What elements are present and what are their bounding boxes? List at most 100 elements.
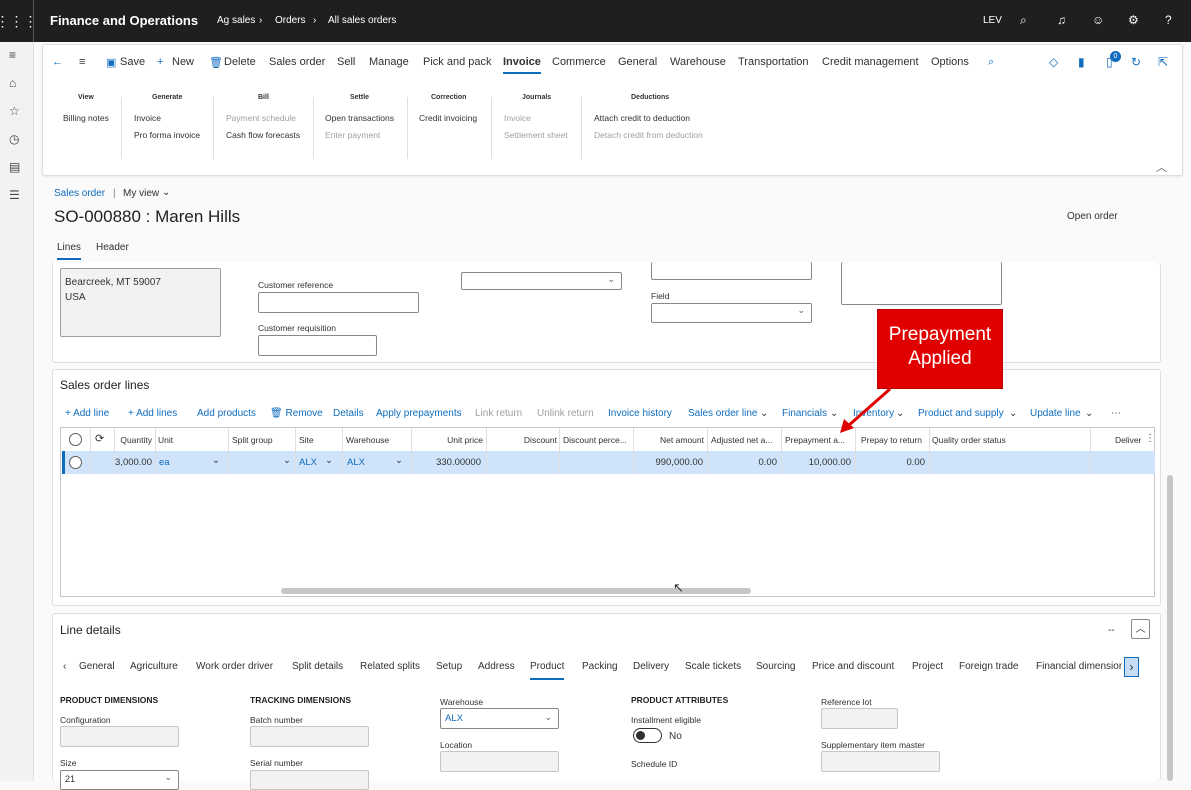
tab-commerce[interactable]: Commerce — [552, 56, 606, 68]
column-header-delivery[interactable]: Deliver — [1115, 435, 1141, 445]
breadcrumb-orders[interactable]: Orders — [275, 15, 306, 26]
details-tab-price-and-discount[interactable]: Price and discount — [812, 661, 894, 672]
tab-header[interactable]: Header — [96, 242, 129, 253]
chevron-down-icon[interactable]: ⌄ — [325, 455, 333, 466]
column-header-net-amount[interactable]: Net amount — [641, 435, 704, 445]
column-options-icon[interactable]: ⋮ — [1145, 433, 1155, 444]
tab-transportation[interactable]: Transportation — [738, 56, 809, 68]
chevron-down-icon[interactable]: ⌄ — [395, 455, 403, 466]
details-tab-delivery[interactable]: Delivery — [633, 661, 669, 672]
view-selector[interactable]: My view — [123, 188, 159, 199]
popout-icon[interactable]: ⇱ — [1158, 55, 1168, 69]
save-button[interactable]: Save — [120, 56, 145, 68]
size-select[interactable]: 21 ⌄ — [60, 770, 179, 790]
add-lines-button[interactable]: + Add lines — [128, 408, 177, 419]
details-tab-packing[interactable]: Packing — [582, 661, 618, 672]
details-tab-sourcing[interactable]: Sourcing — [756, 661, 795, 672]
details-tab-general[interactable]: General — [79, 661, 115, 672]
journal-invoice-button[interactable]: Invoice — [504, 113, 531, 123]
hamburger-icon[interactable]: ≡ — [79, 56, 85, 68]
chevron-down-icon[interactable]: ⌄ — [283, 455, 291, 466]
add-line-button[interactable]: + Add line — [65, 408, 109, 419]
chevron-up-icon[interactable]: ︿ — [1131, 619, 1150, 639]
invoice-history-button[interactable]: Invoice history — [608, 408, 672, 419]
hamburger-icon[interactable]: ≡ — [9, 48, 16, 62]
supplementary-item-master-input[interactable] — [821, 751, 940, 772]
location-input[interactable] — [440, 751, 559, 772]
credit-invoicing-button[interactable]: Credit invoicing — [419, 113, 477, 123]
breadcrumb-sales-order[interactable]: Sales order — [54, 188, 105, 199]
serial-number-input[interactable] — [250, 770, 369, 790]
cash-flow-forecasts-button[interactable]: Cash flow forecasts — [226, 130, 300, 140]
tab-invoice[interactable]: Invoice — [503, 56, 541, 74]
details-tab-related-splits[interactable]: Related splits — [360, 661, 420, 672]
chevron-left-icon[interactable]: ‹ — [63, 661, 66, 672]
column-header-quality-order-status[interactable]: Quality order status — [932, 435, 1006, 445]
star-icon[interactable]: ☆ — [9, 104, 20, 118]
sales-order-line-menu[interactable]: Sales order line — [688, 408, 757, 419]
field-select[interactable]: ⌄ — [651, 303, 812, 323]
dropdown-field[interactable]: ⌄ — [461, 272, 622, 290]
cell-unit-price[interactable]: 330.00000 — [422, 457, 481, 468]
company-picker[interactable]: LEV — [983, 15, 1002, 26]
search-icon[interactable]: ⌕ — [1020, 13, 1027, 28]
column-header-site[interactable]: Site — [299, 435, 314, 445]
financials-menu[interactable]: Financials — [782, 408, 827, 419]
column-header-prepay-to-return[interactable]: Prepay to return — [861, 435, 922, 445]
tab-sell[interactable]: Sell — [337, 56, 355, 68]
gear-icon[interactable]: ⚙ — [1128, 13, 1139, 27]
customer-reference-input[interactable] — [258, 292, 419, 313]
details-button[interactable]: Details — [333, 408, 364, 419]
tab-warehouse[interactable]: Warehouse — [670, 56, 726, 68]
add-products-button[interactable]: Add products — [197, 408, 256, 419]
column-header-adjusted-net[interactable]: Adjusted net a... — [711, 435, 772, 445]
attach-credit-button[interactable]: Attach credit to deduction — [594, 113, 690, 123]
tab-credit-management[interactable]: Credit management — [822, 56, 919, 68]
breadcrumb-ag-sales[interactable]: Ag sales — [217, 15, 255, 26]
cell-prepayment[interactable]: 10,000.00 — [792, 457, 851, 468]
search-icon[interactable]: ⌕ — [988, 56, 994, 69]
text-field[interactable] — [651, 262, 812, 280]
product-and-supply-menu[interactable]: Product and supply — [918, 408, 1004, 419]
cell-adjusted-net[interactable]: 0.00 — [732, 457, 778, 468]
help-icon[interactable]: ? — [1165, 13, 1172, 27]
list-icon[interactable]: ☰ — [9, 188, 20, 202]
cell-warehouse[interactable]: ALX — [347, 457, 365, 468]
bell-icon[interactable]: ♫ — [1057, 13, 1066, 27]
smiley-icon[interactable]: ☺ — [1092, 13, 1104, 27]
unlink-return-button[interactable]: Unlink return — [537, 408, 594, 419]
details-tab-scale-tickets[interactable]: Scale tickets — [685, 661, 741, 672]
details-tab-financial-dimension[interactable]: Financial dimension — [1036, 661, 1122, 672]
cell-quantity[interactable]: 3,000.00 — [114, 457, 152, 468]
customer-requisition-input[interactable] — [258, 335, 377, 356]
more-options-icon[interactable]: ⋯ — [1111, 408, 1121, 419]
generate-invoice-button[interactable]: Invoice — [134, 113, 161, 123]
warehouse-select[interactable]: ALX ⌄ — [440, 708, 559, 729]
column-header-discount[interactable]: Discount — [501, 435, 557, 445]
notes-textarea[interactable] — [841, 262, 1002, 305]
back-arrow-icon[interactable]: ← — [52, 56, 63, 68]
billing-notes-button[interactable]: Billing notes — [63, 113, 109, 123]
open-transactions-button[interactable]: Open transactions — [325, 113, 394, 123]
tab-lines[interactable]: Lines — [57, 242, 81, 260]
new-button[interactable]: New — [172, 56, 194, 68]
batch-number-input[interactable] — [250, 726, 369, 747]
cell-site[interactable]: ALX — [299, 457, 317, 468]
details-tab-split-details[interactable]: Split details — [292, 661, 343, 672]
column-header-split-group[interactable]: Split group — [232, 435, 273, 445]
installment-eligible-toggle[interactable] — [633, 728, 662, 743]
column-header-unit-price[interactable]: Unit price — [431, 435, 483, 445]
details-tab-setup[interactable]: Setup — [436, 661, 462, 672]
table-row[interactable]: 3,000.00 ea ⌄ ⌄ ALX ⌄ ALX ⌄ 330.00000 99… — [62, 451, 1155, 474]
column-header-unit[interactable]: Unit — [158, 435, 173, 445]
office-icon[interactable]: ▮ — [1078, 55, 1085, 69]
diamond-icon[interactable]: ◇ — [1049, 55, 1058, 69]
clock-icon[interactable]: ◷ — [9, 132, 19, 146]
details-tab-product[interactable]: Product — [530, 661, 565, 680]
details-tab-project[interactable]: Project — [912, 661, 943, 672]
pro-forma-invoice-button[interactable]: Pro forma invoice — [134, 130, 200, 140]
link-return-button[interactable]: Link return — [475, 408, 522, 419]
refresh-icon[interactable]: ⟳ — [95, 432, 104, 445]
payment-schedule-button[interactable]: Payment schedule — [226, 113, 296, 123]
column-header-warehouse[interactable]: Warehouse — [346, 435, 389, 445]
